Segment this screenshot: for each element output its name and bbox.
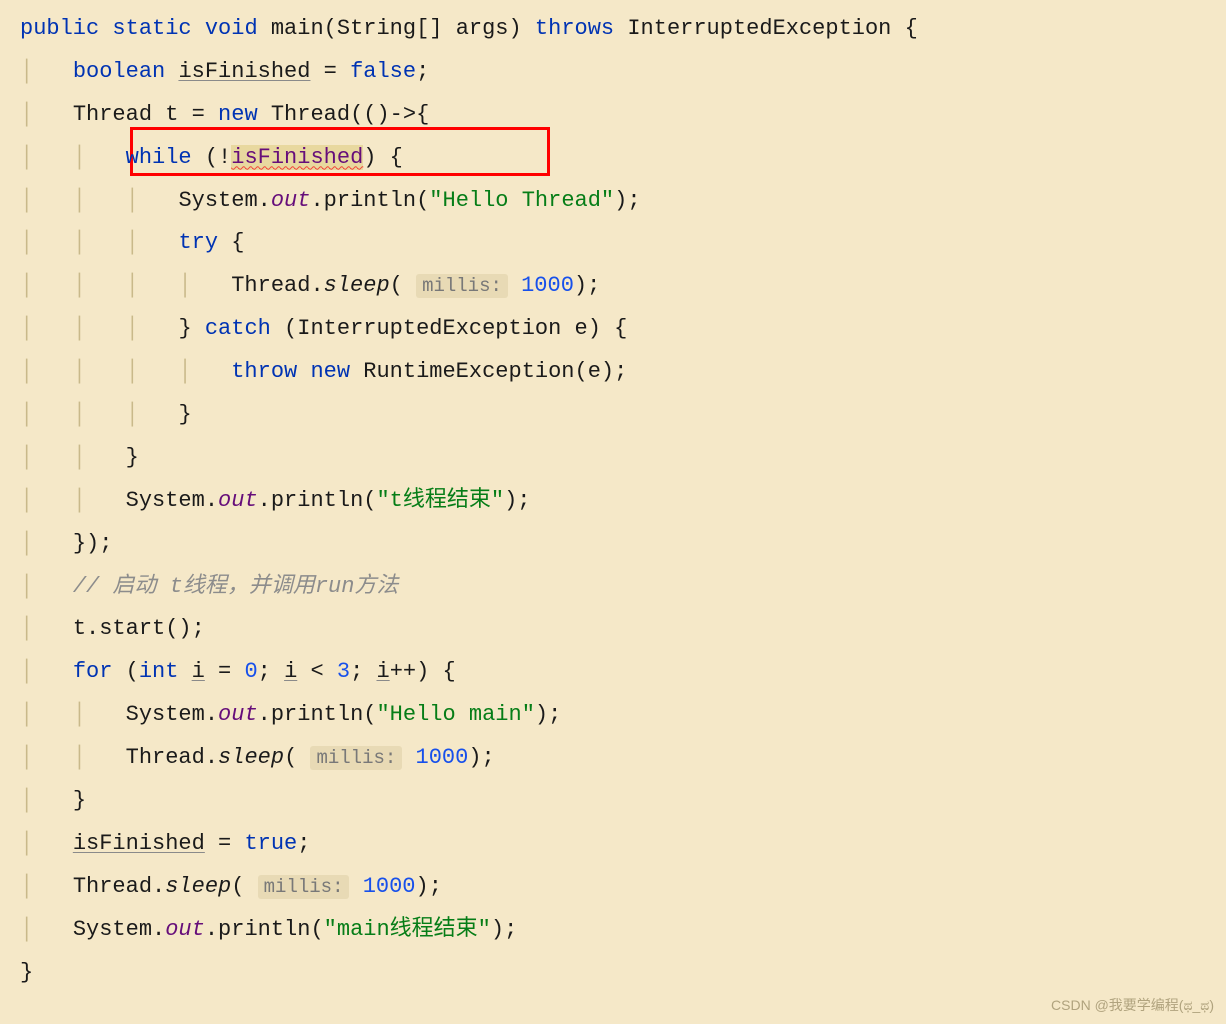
code-line: │ │ System.out.println("Hello main");: [20, 694, 1206, 737]
method-println: println: [271, 702, 363, 727]
var-t: t: [165, 102, 178, 127]
keyword-true: true: [244, 831, 297, 856]
class-system: System: [73, 917, 152, 942]
method-start: start: [99, 616, 165, 641]
type-thread: Thread: [271, 102, 350, 127]
number-literal: 0: [244, 659, 257, 684]
code-line: │ │ while (!isFinished) {: [20, 137, 1206, 180]
var-e: e: [588, 359, 601, 384]
keyword-while: while: [126, 145, 192, 170]
string-literal: "main线程结束": [324, 917, 491, 942]
keyword-catch: catch: [205, 316, 271, 341]
comment: // 启动 t线程，并调用run方法: [73, 574, 399, 599]
exception-type: InterruptedException: [627, 16, 891, 41]
code-line: public static void main(String[] args) t…: [20, 8, 1206, 51]
code-line: │ │ │ │ throw new RuntimeException(e);: [20, 351, 1206, 394]
code-line: │ Thread t = new Thread(()->{: [20, 94, 1206, 137]
code-line: │ for (int i = 0; i < 3; i++) {: [20, 651, 1206, 694]
number-literal: 1000: [363, 874, 416, 899]
class-thread: Thread: [126, 745, 205, 770]
number-literal: 1000: [521, 273, 574, 298]
code-line: │ │ │ try {: [20, 222, 1206, 265]
keyword-false: false: [350, 59, 416, 84]
param-hint-millis: millis:: [258, 875, 350, 899]
var-i: i: [376, 659, 389, 684]
keyword-new: new: [310, 359, 350, 384]
var-i: i: [192, 659, 205, 684]
code-line: }: [20, 952, 1206, 995]
param-hint-millis: millis:: [310, 746, 402, 770]
keyword-throw: throw: [231, 359, 297, 384]
var-t: t: [73, 616, 86, 641]
string-literal: "Hello Thread": [429, 188, 614, 213]
code-line: │ boolean isFinished = false;: [20, 51, 1206, 94]
class-system: System: [126, 488, 205, 513]
keyword-try: try: [178, 230, 218, 255]
code-line: │ });: [20, 523, 1206, 566]
var-i: i: [284, 659, 297, 684]
method-println: println: [271, 488, 363, 513]
exception-type: InterruptedException: [297, 316, 561, 341]
field-out: out: [165, 917, 205, 942]
code-line: │ System.out.println("main线程结束");: [20, 909, 1206, 952]
keyword-new: new: [218, 102, 258, 127]
number-literal: 3: [337, 659, 350, 684]
param-hint-millis: millis:: [416, 274, 508, 298]
class-system: System: [178, 188, 257, 213]
code-line: │ // 启动 t线程，并调用run方法: [20, 566, 1206, 609]
type-thread: Thread: [73, 102, 152, 127]
code-line: │ │ │ }: [20, 394, 1206, 437]
method-println: println: [218, 917, 310, 942]
keyword-static: static: [112, 16, 191, 41]
keyword-for: for: [73, 659, 113, 684]
code-line: │ }: [20, 780, 1206, 823]
string-literal: "t线程结束": [376, 488, 504, 513]
field-out: out: [271, 188, 311, 213]
code-line: │ │ │ } catch (InterruptedException e) {: [20, 308, 1206, 351]
code-line: │ t.start();: [20, 608, 1206, 651]
number-literal: 1000: [416, 745, 469, 770]
keyword-public: public: [20, 16, 99, 41]
code-line: │ │ Thread.sleep( millis: 1000);: [20, 737, 1206, 780]
watermark: CSDN @我要学编程(ಥ_ಥ): [1051, 992, 1214, 1019]
keyword-void: void: [205, 16, 258, 41]
keyword-int: int: [139, 659, 179, 684]
keyword-boolean: boolean: [73, 59, 165, 84]
var-isfinished: isFinished: [178, 59, 310, 84]
code-line: │ │ }: [20, 437, 1206, 480]
var-isfinished-highlighted: isFinished: [231, 145, 363, 170]
field-out: out: [218, 702, 258, 727]
method-sleep: sleep: [218, 745, 284, 770]
class-system: System: [126, 702, 205, 727]
var-isfinished: isFinished: [73, 831, 205, 856]
code-line: │ │ System.out.println("t线程结束");: [20, 480, 1206, 523]
code-line: │ isFinished = true;: [20, 823, 1206, 866]
var-e: e: [575, 316, 588, 341]
method-sleep: sleep: [324, 273, 390, 298]
code-line: │ │ │ │ Thread.sleep( millis: 1000);: [20, 265, 1206, 308]
method-println: println: [324, 188, 416, 213]
code-line: │ Thread.sleep( millis: 1000);: [20, 866, 1206, 909]
class-thread: Thread: [231, 273, 310, 298]
keyword-throws: throws: [535, 16, 614, 41]
method-name: main: [271, 16, 324, 41]
type-rte: RuntimeException: [363, 359, 574, 384]
string-literal: "Hello main": [376, 702, 534, 727]
var: args: [456, 16, 509, 41]
code-line: │ │ │ System.out.println("Hello Thread")…: [20, 180, 1206, 223]
type: String: [337, 16, 416, 41]
field-out: out: [218, 488, 258, 513]
class-thread: Thread: [73, 874, 152, 899]
method-sleep: sleep: [165, 874, 231, 899]
